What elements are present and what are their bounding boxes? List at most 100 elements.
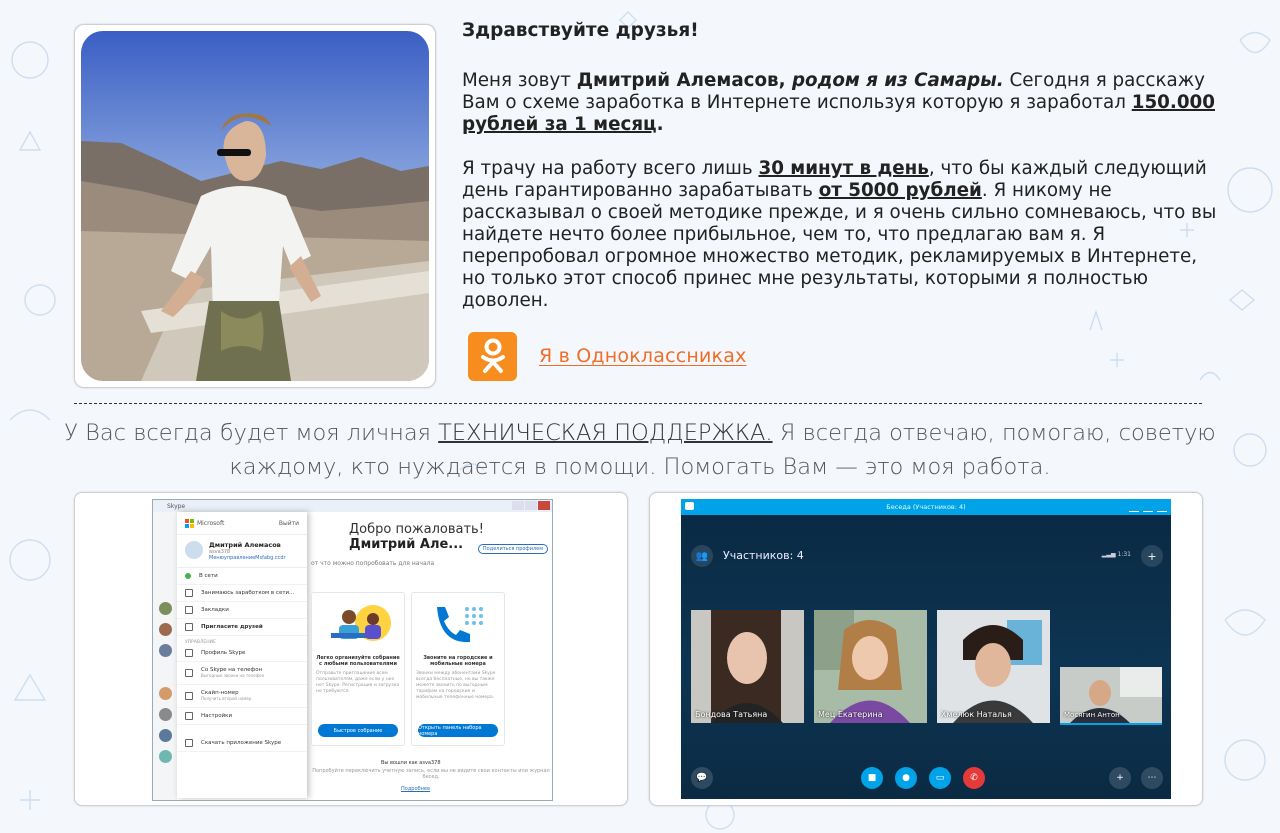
contact-avatar bbox=[159, 708, 172, 721]
call-window: Беседа (Участников: 4) 👥 Участников: 4 ▂… bbox=[681, 499, 1171, 799]
profile-label: Профиль Skype bbox=[201, 650, 246, 656]
download-label: Скачать приложение Skype bbox=[201, 740, 282, 746]
download-icon bbox=[185, 739, 193, 747]
signed-in-text: Вы вошли как asva378 bbox=[381, 760, 441, 766]
more-options-icon[interactable]: ⋯ bbox=[1141, 767, 1163, 789]
participant-name: Хмелюк Наталья bbox=[941, 710, 1012, 719]
skype-profile-screenshot: Skype Microsoft Выйти Дмитрий Алемасов a… bbox=[74, 492, 628, 806]
share-profile-button[interactable]: Поделиться профилем bbox=[477, 544, 548, 554]
participant-tile: Мец Екатерина bbox=[814, 610, 927, 723]
account-name: Дмитрий Алемасов bbox=[209, 541, 281, 549]
skype-call-screenshot: Беседа (Участников: 4) 👥 Участников: 4 ▂… bbox=[649, 492, 1203, 806]
invite-label: Пригласите друзей bbox=[201, 624, 263, 630]
meeting-card-title: Легко организуйте собрание с любыми поль… bbox=[316, 655, 400, 667]
people-icon bbox=[185, 623, 193, 631]
microsoft-label: Microsoft bbox=[197, 519, 225, 527]
call-time: 1:31 bbox=[1117, 551, 1131, 558]
contact-avatar bbox=[159, 729, 172, 742]
window-controls bbox=[1125, 502, 1167, 512]
participants-icon[interactable]: 👥 bbox=[691, 545, 713, 567]
share-screen-icon[interactable]: ▭ bbox=[929, 767, 951, 789]
invite-item[interactable]: Пригласите друзей bbox=[177, 619, 307, 636]
settings-item[interactable]: Настройки bbox=[177, 708, 307, 725]
maximize-icon bbox=[525, 501, 537, 510]
microphone-icon[interactable]: ● bbox=[895, 767, 917, 789]
edit-icon bbox=[185, 589, 193, 597]
bookmarks-item[interactable]: Закладки bbox=[177, 602, 307, 619]
participant-name: Мец Екатерина bbox=[818, 710, 883, 719]
video-icon[interactable]: ■ bbox=[861, 767, 883, 789]
logout-button[interactable]: Выйти bbox=[279, 520, 299, 527]
add-participant-icon[interactable]: + bbox=[1141, 545, 1163, 567]
participant-tile: Бондова Татьяна bbox=[691, 610, 804, 723]
avatar bbox=[185, 541, 203, 559]
to-phone-item[interactable]: Со Skype на телефон Выгодные звонки на те… bbox=[177, 662, 307, 685]
download-item[interactable]: Скачать приложение Skype bbox=[177, 735, 307, 752]
account-link[interactable]: МенюуправлениеMsfabg.ccdr bbox=[209, 555, 286, 561]
support-text: У Вас всегда будет моя личная ТЕХНИЧЕСКА… bbox=[60, 416, 1220, 484]
daily-earnings: от 5000 рублей bbox=[818, 180, 982, 201]
manage-section-label: УПРАВЛЕНИЕ bbox=[185, 640, 216, 645]
add-people-icon[interactable]: + bbox=[1109, 767, 1131, 789]
try-text: от что можно попробовать для начала bbox=[311, 560, 435, 567]
bookmarks-label: Закладки bbox=[201, 607, 229, 613]
intro-text: Здравствуйте друзья! Меня зовут Дмитрий … bbox=[462, 20, 1222, 334]
meeting-card-desc: Отправьте приглашение всем пользователям… bbox=[316, 671, 400, 694]
profile-icon bbox=[185, 649, 193, 657]
skype-window: Skype Microsoft Выйти Дмитрий Алемасов a… bbox=[152, 499, 553, 801]
settings-label: Настройки bbox=[201, 713, 233, 719]
mood-item[interactable]: Занимаюсь заработком в сети... bbox=[177, 585, 307, 602]
intro-paragraph-2: Я трачу на работу всего лишь 30 минут в … bbox=[462, 158, 1222, 312]
hangup-icon[interactable]: ✆ bbox=[963, 767, 985, 789]
call-card-desc: Звонки между абонентами Skype всегда бес… bbox=[416, 671, 496, 700]
contact-avatar bbox=[159, 644, 172, 657]
status-item[interactable]: В сети bbox=[177, 568, 307, 585]
work-time: 30 минут в день bbox=[758, 158, 929, 179]
greeting-heading: Здравствуйте друзья! bbox=[462, 20, 699, 41]
author-origin: родом я из Самары. bbox=[785, 70, 1004, 91]
gear-icon bbox=[185, 712, 193, 720]
odnoklassniki-icon[interactable] bbox=[468, 331, 517, 381]
skype-number-item[interactable]: Скайп-номер Получить второй номер bbox=[177, 685, 307, 708]
quick-meeting-button[interactable]: Быстрое собрание bbox=[318, 724, 398, 737]
profile-item[interactable]: Профиль Skype bbox=[177, 645, 307, 662]
call-title: Беседа (Участников: 4) bbox=[886, 503, 966, 511]
switch-account-text: Попробуйте переключить учетную запись, е… bbox=[312, 768, 550, 780]
meeting-card: Легко организуйте собрание с любыми поль… bbox=[311, 592, 405, 746]
welcome-heading: Добро пожаловать! bbox=[349, 522, 484, 537]
odnoklassniki-link-row[interactable]: Я в Одноклассниках bbox=[468, 331, 747, 381]
call-card-title: Звоните на городские и мобильные номера bbox=[423, 655, 493, 667]
chat-icon[interactable]: 💬 bbox=[691, 767, 713, 789]
contact-avatar bbox=[159, 623, 172, 636]
online-status-icon bbox=[185, 573, 191, 579]
window-controls bbox=[511, 501, 550, 510]
minimize-icon bbox=[1129, 502, 1139, 512]
participant-name: Мосягин Антон bbox=[1064, 711, 1120, 719]
call-area: 👥 Участников: 4 ▂▃▅ 1:31 + Бондова Татья… bbox=[681, 515, 1171, 799]
author-photo-frame bbox=[74, 24, 436, 388]
call-titlebar: Беседа (Участников: 4) bbox=[681, 499, 1171, 515]
contacts-strip bbox=[153, 512, 177, 800]
more-link[interactable]: Подробнее bbox=[401, 786, 430, 792]
section-divider bbox=[74, 403, 1202, 404]
author-photo bbox=[81, 31, 429, 381]
microsoft-logo-icon bbox=[185, 518, 194, 528]
odnoklassniki-link[interactable]: Я в Одноклассниках bbox=[539, 345, 747, 367]
intro-text-c: Я трачу на работу всего лишь bbox=[462, 158, 759, 179]
participant-name: Бондова Татьяна bbox=[695, 710, 768, 719]
call-timer: ▂▃▅ 1:31 bbox=[1101, 551, 1131, 558]
to-phone-sublabel: Выгодные звонки на телефон bbox=[201, 673, 265, 678]
support-text-a: У Вас всегда будет моя личная bbox=[64, 420, 439, 446]
bookmark-icon bbox=[185, 606, 193, 614]
skype-chat-icon bbox=[685, 502, 694, 510]
participant-tile: Хмелюк Наталья bbox=[937, 610, 1050, 723]
skype-title: Skype bbox=[167, 502, 186, 510]
call-controls: 💬 ■ ● ▭ ✆ + ⋯ bbox=[681, 767, 1171, 791]
call-card: Звоните на городские и мобильные номера … bbox=[411, 592, 505, 746]
meeting-illustration-icon bbox=[312, 593, 404, 653]
skype-titlebar: Skype bbox=[153, 500, 552, 512]
account-user: Дмитрий Алемасов asva378 МенюуправлениеM… bbox=[177, 535, 307, 568]
skype-number-sublabel: Получить второй номер bbox=[201, 696, 252, 701]
account-menu: Microsoft Выйти Дмитрий Алемасов asva378… bbox=[177, 512, 307, 798]
open-dialpad-button[interactable]: Открыть панель набора номера bbox=[418, 724, 498, 737]
